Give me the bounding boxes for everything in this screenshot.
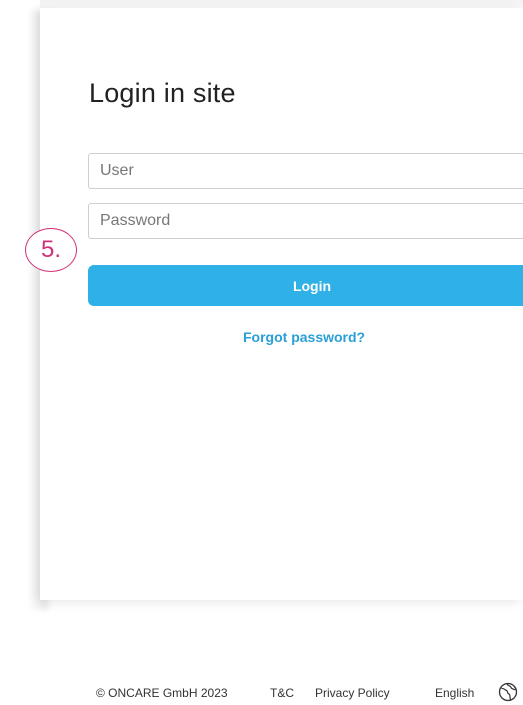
language-selector[interactable]: English xyxy=(435,686,474,700)
page-title: Login in site xyxy=(89,78,236,108)
forgot-password-link[interactable]: Forgot password? xyxy=(243,329,365,345)
step-number-badge: 5. xyxy=(25,228,77,272)
terms-link[interactable]: T&C xyxy=(270,686,294,700)
privacy-policy-link[interactable]: Privacy Policy xyxy=(315,686,390,700)
copyright-text: © ONCARE GmbH 2023 xyxy=(96,686,228,700)
login-button[interactable]: Login xyxy=(88,265,523,306)
user-input[interactable] xyxy=(88,153,523,189)
password-input[interactable] xyxy=(88,203,523,239)
page: Login in site 5. Login Forgot password? … xyxy=(0,0,523,705)
globe-icon[interactable] xyxy=(498,682,518,705)
globe-icon-graphic xyxy=(498,682,518,702)
